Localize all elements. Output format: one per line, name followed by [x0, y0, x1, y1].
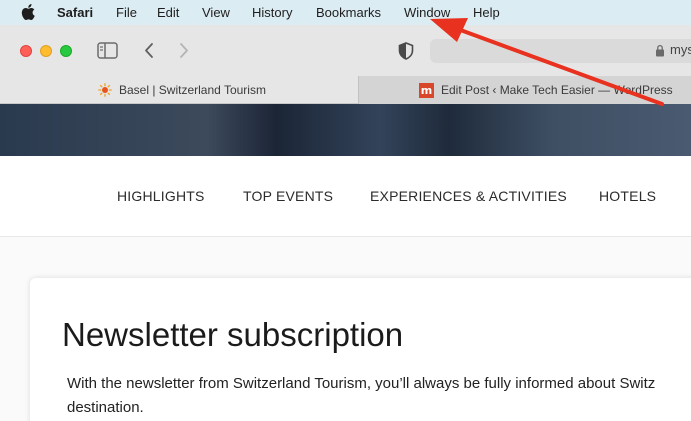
address-bar[interactable] — [430, 39, 691, 63]
sidebar-icon[interactable] — [97, 42, 118, 59]
zoom-window-button[interactable] — [60, 45, 72, 57]
nav-highlights[interactable]: HIGHLIGHTS — [117, 188, 205, 204]
newsletter-description: With the newsletter from Switzerland Tou… — [67, 375, 656, 416]
tab-wordpress[interactable]: m Edit Post ‹ Make Tech Easier — WordPre… — [358, 76, 691, 104]
menu-bookmarks[interactable]: Bookmarks — [316, 5, 381, 20]
privacy-shield-icon[interactable] — [398, 42, 414, 60]
menu-file[interactable]: File — [116, 5, 137, 20]
menu-window[interactable]: Window — [404, 5, 450, 20]
close-window-button[interactable] — [20, 45, 32, 57]
tab-label: Edit Post ‹ Make Tech Easier — WordPress — [441, 83, 673, 97]
minimize-window-button[interactable] — [40, 45, 52, 57]
nav-experiences-activities[interactable]: EXPERIENCES & ACTIVITIES — [370, 188, 567, 204]
menu-safari[interactable]: Safari — [57, 5, 93, 20]
nav-top-events[interactable]: TOP EVENTS — [243, 188, 333, 204]
apple-logo-icon[interactable] — [20, 3, 36, 21]
hero-image — [0, 104, 691, 156]
back-icon[interactable] — [143, 42, 155, 59]
menu-help[interactable]: Help — [473, 5, 500, 20]
m-logo-icon: m — [419, 82, 434, 98]
browser-toolbar: mys — [0, 25, 691, 76]
site-navigation: HIGHLIGHTS TOP EVENTS EXPERIENCES & ACTI… — [0, 156, 691, 237]
tab-basel[interactable]: Basel | Switzerland Tourism — [0, 76, 358, 104]
nav-hotels[interactable]: HOTELS — [599, 188, 656, 204]
forward-icon[interactable] — [178, 42, 190, 59]
menu-edit[interactable]: Edit — [157, 5, 179, 20]
sun-icon — [98, 83, 112, 97]
screen: Safari File Edit View History Bookmarks … — [0, 0, 691, 421]
menu-view[interactable]: View — [202, 5, 230, 20]
newsletter-title: Newsletter subscription — [62, 316, 404, 353]
tab-bar: Basel | Switzerland Tourism m Edit Post … — [0, 76, 691, 104]
address-text[interactable]: mys — [670, 42, 691, 57]
tab-label: Basel | Switzerland Tourism — [119, 83, 266, 97]
lock-icon — [656, 44, 664, 57]
menu-bar: Safari File Edit View History Bookmarks … — [0, 0, 691, 25]
menu-history[interactable]: History — [252, 5, 292, 20]
